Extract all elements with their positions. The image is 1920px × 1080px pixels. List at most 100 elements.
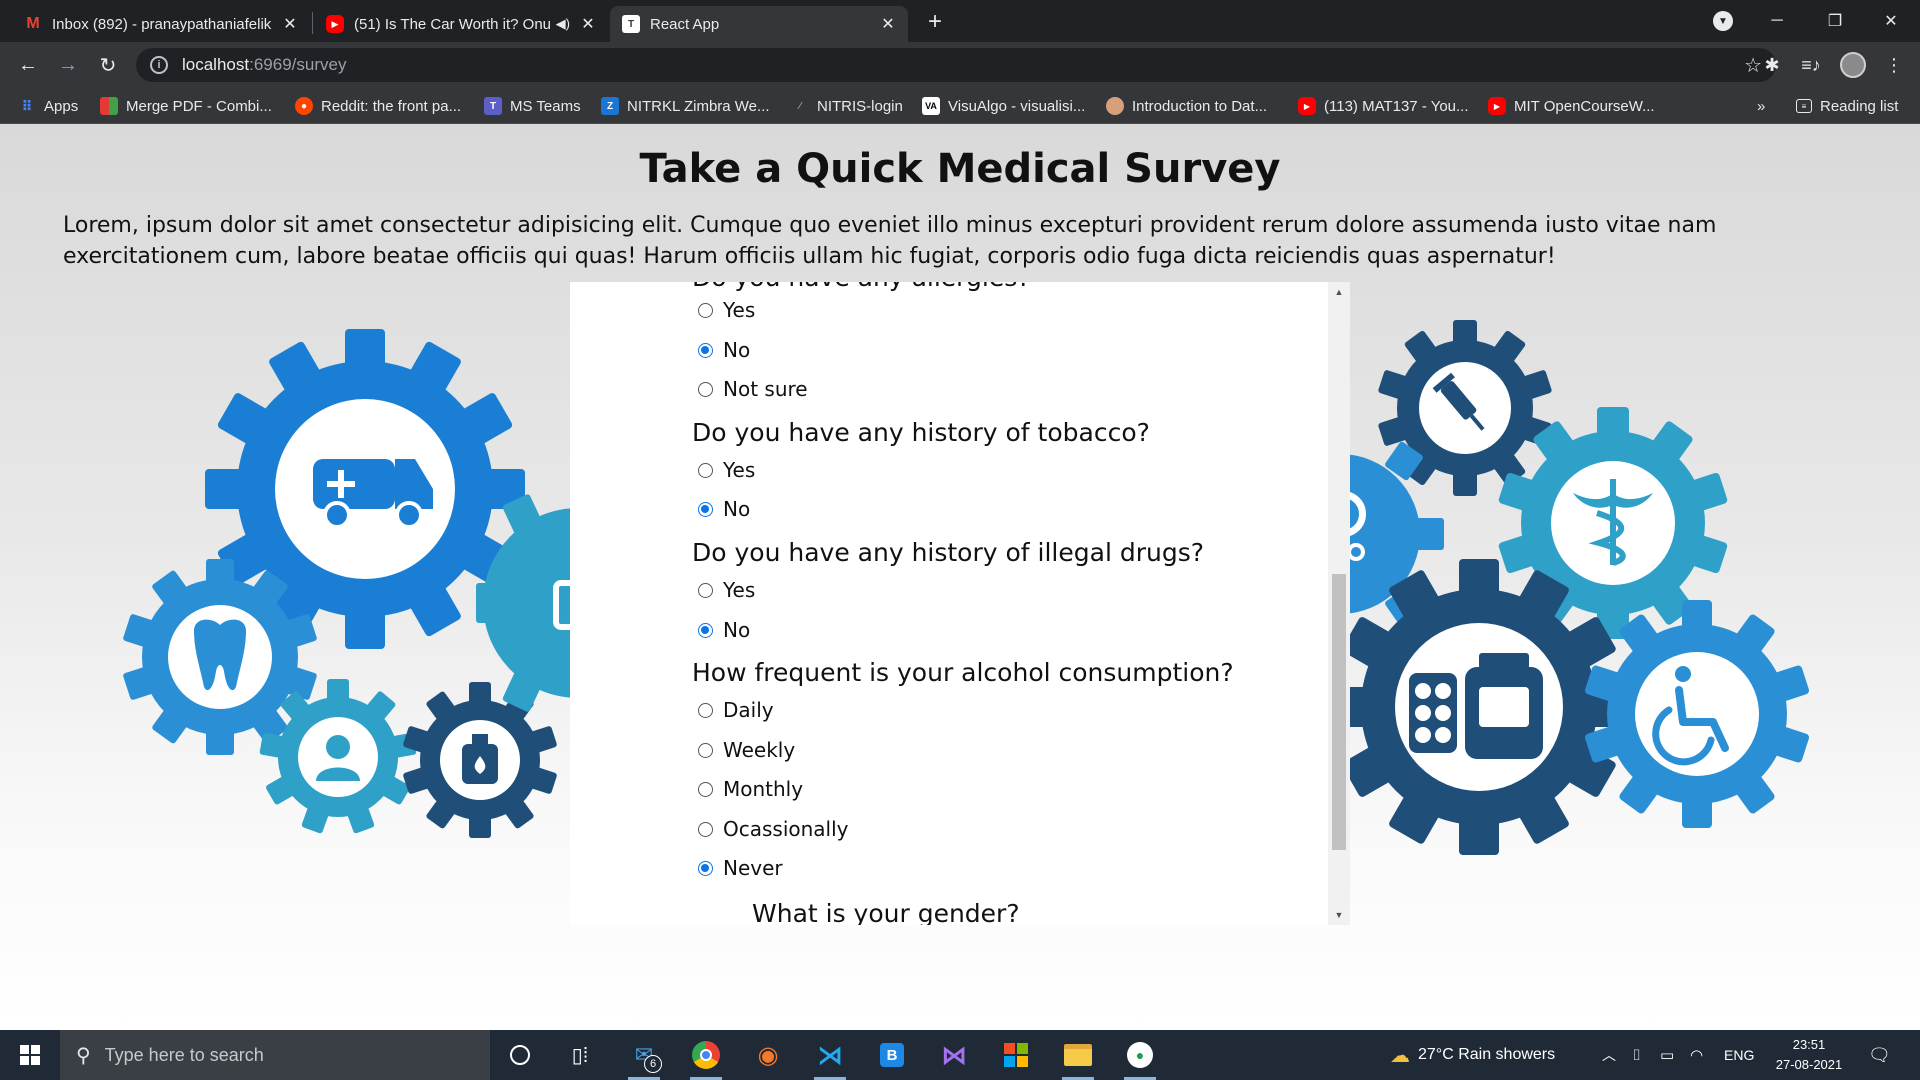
address-bar[interactable]: i localhost:6969/survey ☆ (136, 48, 1776, 82)
radio-button[interactable] (698, 860, 713, 876)
option-allergies-not-sure[interactable]: Not sure (698, 375, 808, 403)
profile-avatar[interactable] (1839, 51, 1867, 79)
bookmark-merge-pdf[interactable]: Merge PDF - Combi... (100, 95, 272, 117)
close-icon[interactable]: ✕ (282, 16, 298, 33)
bookmark-visualgo[interactable]: VA VisuAlgo - visualisi... (922, 95, 1085, 117)
option-drugs-no[interactable]: No (698, 616, 750, 644)
bookmark-reddit[interactable]: ● Reddit: the front pa... (295, 95, 461, 117)
radio-button[interactable] (698, 821, 713, 837)
question-tobacco: Do you have any history of tobacco? (692, 418, 1150, 447)
survey-scroll-area[interactable]: Do you have any allergies? Yes No Not su… (570, 282, 1328, 925)
radio-button[interactable] (698, 582, 713, 598)
wheelchair-gear-icon (1584, 600, 1810, 828)
option-drugs-yes[interactable]: Yes (698, 576, 755, 604)
scroll-up-arrow-icon[interactable]: ▲ (1328, 282, 1350, 302)
chevron-down-icon: ▼ (1713, 11, 1733, 31)
radio-button[interactable] (698, 781, 713, 797)
cortana-icon[interactable] (500, 1035, 540, 1075)
reload-button[interactable]: ↻ (92, 49, 124, 81)
avatar-icon (1106, 97, 1124, 115)
wifi-icon[interactable]: ◠ (1690, 1030, 1703, 1080)
option-alcohol-monthly[interactable]: Monthly (698, 775, 803, 803)
option-alcohol-ocassionally[interactable]: Ocassionally (698, 815, 849, 843)
file-explorer-app-icon[interactable] (1058, 1035, 1098, 1080)
bookmark-ms-teams[interactable]: T MS Teams (484, 95, 581, 117)
close-icon[interactable]: ✕ (880, 16, 896, 33)
reading-list-button[interactable]: ≡ Reading list (1796, 95, 1898, 117)
option-allergies-no[interactable]: No (698, 336, 750, 364)
bracket-app-icon[interactable]: B (872, 1035, 912, 1075)
bookmark-intro-data[interactable]: Introduction to Dat... (1106, 95, 1267, 117)
bookmark-nitris[interactable]: ∕ NITRIS-login (791, 95, 903, 117)
youtube-icon: ▶ (1488, 97, 1506, 115)
option-alcohol-weekly[interactable]: Weekly (698, 736, 795, 764)
teams-icon: T (484, 97, 502, 115)
option-alcohol-never[interactable]: Never (698, 854, 783, 882)
option-alcohol-daily[interactable]: Daily (698, 696, 774, 724)
restore-button[interactable]: ❐ (1806, 0, 1864, 42)
radio-button[interactable] (698, 622, 713, 638)
visual-studio-app-icon[interactable]: ⋈ (934, 1035, 974, 1075)
tray-chevron-up-icon[interactable]: ︿ (1602, 1030, 1616, 1080)
minimize-button[interactable]: ─ (1748, 0, 1806, 42)
option-tobacco-yes[interactable]: Yes (698, 456, 755, 484)
menu-icon[interactable]: ⋮ (1880, 51, 1908, 79)
radio-button[interactable] (698, 702, 713, 718)
react-app-icon: T (622, 15, 640, 33)
bookmark-zimbra[interactable]: Z NITRKL Zimbra We... (601, 95, 770, 117)
office-store-app-icon[interactable] (996, 1035, 1036, 1075)
radio-button[interactable] (698, 342, 713, 358)
blender-app-icon[interactable]: ◉ (748, 1035, 788, 1075)
rain-cloud-icon: ☁ (1390, 1044, 1410, 1067)
vscode-app-icon[interactable]: ⋊ (810, 1035, 850, 1080)
close-window-button[interactable]: ✕ (1862, 0, 1920, 42)
radio-button[interactable] (698, 381, 713, 397)
radio-button[interactable] (698, 302, 713, 318)
scroll-down-arrow-icon[interactable]: ▼ (1328, 905, 1350, 925)
survey-card[interactable]: Do you have any allergies? Yes No Not su… (570, 282, 1350, 925)
notification-icon[interactable]: 🗨 (1868, 1030, 1891, 1080)
survey-scrollbar[interactable]: ▲ ▼ (1328, 282, 1350, 925)
speaker-icon[interactable]: ◀) (556, 16, 570, 32)
taskbar-search-box[interactable]: ⚲ Type here to search (60, 1030, 490, 1080)
radio-button[interactable] (698, 501, 713, 517)
clock[interactable]: 23:51 27-08-2021 (1768, 1030, 1850, 1080)
visualgo-icon: VA (922, 97, 940, 115)
chrome-app-icon[interactable] (686, 1035, 726, 1080)
radio-button[interactable] (698, 462, 713, 478)
bookmark-mat137[interactable]: ▶ (113) MAT137 - You... (1298, 95, 1469, 117)
bookmarks-overflow-button[interactable]: » (1757, 95, 1765, 117)
task-view-icon[interactable]: ▯⁞ (560, 1035, 600, 1075)
tab-gmail[interactable]: M Inbox (892) - pranaypathaniafelik ✕ (12, 6, 310, 42)
media-control-icon[interactable]: ≡♪ (1797, 51, 1825, 79)
tab-title: (51) Is The Car Worth it? Onu (354, 15, 550, 33)
extensions-icon[interactable]: ✱ (1758, 51, 1786, 79)
battery-icon[interactable]: ▭ (1660, 1030, 1674, 1080)
tab-youtube[interactable]: ▶ (51) Is The Car Worth it? Onu ◀) ✕ (314, 6, 608, 42)
bookmark-mit-ocw[interactable]: ▶ MIT OpenCourseW... (1488, 95, 1655, 117)
mail-app-icon[interactable]: ✉ 6 (624, 1035, 664, 1080)
bookmark-apps[interactable]: ⠿ Apps (18, 95, 79, 117)
language-indicator[interactable]: ENG (1724, 1030, 1754, 1080)
scrollbar-thumb[interactable] (1332, 574, 1346, 850)
back-button[interactable]: ← (12, 49, 44, 81)
weather-widget[interactable]: ☁ 27°C Rain showers (1390, 1030, 1555, 1080)
new-tab-button[interactable]: + (921, 8, 949, 36)
start-button[interactable] (0, 1030, 60, 1080)
forward-button[interactable]: → (52, 49, 84, 81)
tab-search-button[interactable]: ▼ (1694, 0, 1752, 42)
close-icon[interactable]: ✕ (580, 16, 596, 33)
reading-list-icon: ≡ (1796, 99, 1812, 113)
node-app-icon[interactable]: ● (1120, 1035, 1160, 1080)
radio-button[interactable] (698, 742, 713, 758)
option-tobacco-no[interactable]: No (698, 495, 750, 523)
page-intro: Lorem, ipsum dolor sit amet consectetur … (63, 213, 1717, 269)
tab-title: React App (650, 15, 720, 33)
search-icon: ⚲ (76, 1044, 91, 1067)
tab-react-app[interactable]: T React App ✕ (610, 6, 908, 42)
meet-now-icon[interactable]: ⌷ (1632, 1030, 1641, 1080)
question-gender: What is your gender? (752, 899, 1020, 925)
option-allergies-yes[interactable]: Yes (698, 296, 755, 324)
info-icon[interactable]: i (150, 56, 168, 74)
apps-grid-icon: ⠿ (21, 97, 33, 114)
